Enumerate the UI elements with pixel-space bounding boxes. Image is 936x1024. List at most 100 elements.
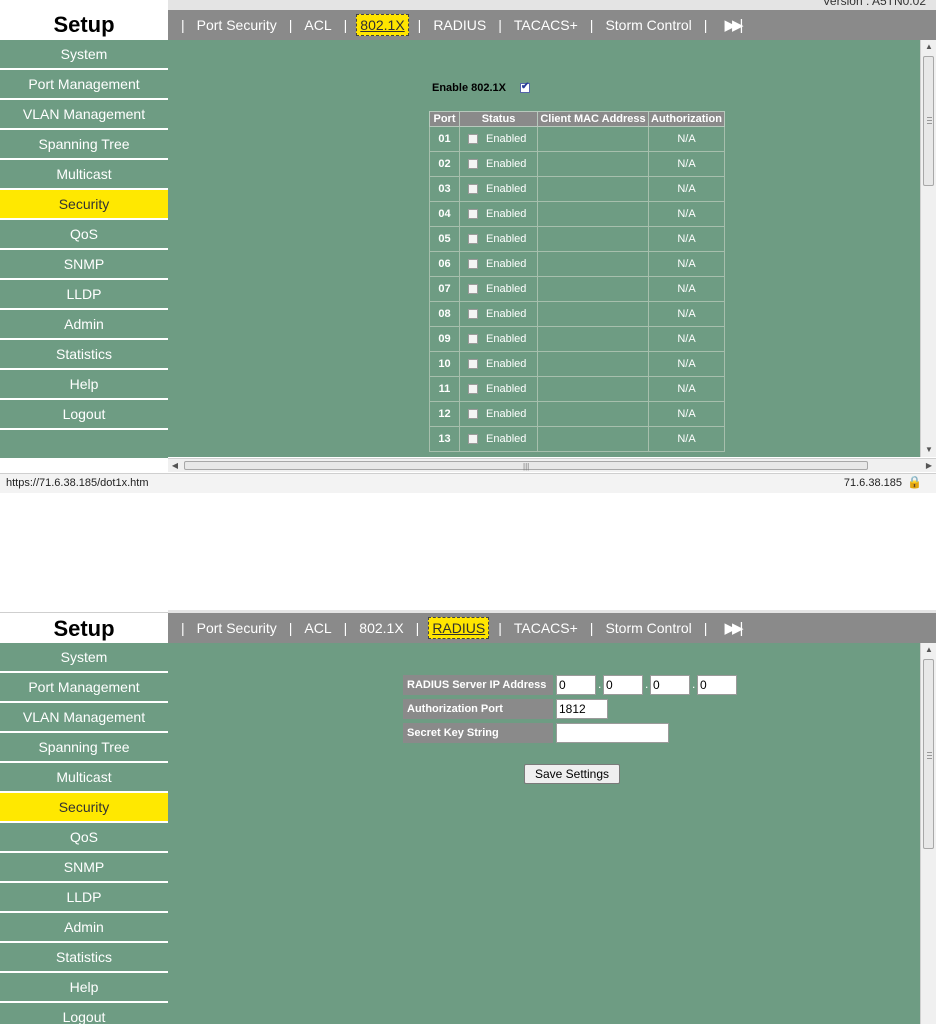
tab-acl[interactable]: ACL bbox=[301, 618, 334, 638]
status-cell: Enabled bbox=[459, 151, 538, 177]
sidebar-item-statistics[interactable]: Statistics bbox=[0, 340, 168, 368]
tab-port-security[interactable]: Port Security bbox=[194, 618, 280, 638]
tab-separator: | bbox=[415, 620, 420, 636]
tab-separator: | bbox=[288, 620, 293, 636]
tab-tacacs[interactable]: TACACS+ bbox=[511, 15, 581, 35]
secret-key-input[interactable] bbox=[556, 723, 669, 743]
port-enable-checkbox[interactable] bbox=[468, 284, 478, 295]
tab-storm-control[interactable]: Storm Control bbox=[602, 618, 694, 638]
sidebar-item-lldp[interactable]: LLDP bbox=[0, 883, 168, 911]
sidebar-item-snmp[interactable]: SNMP bbox=[0, 250, 168, 278]
sidebar-item-qos[interactable]: QoS bbox=[0, 823, 168, 851]
status-label: Enabled bbox=[486, 433, 527, 445]
port-enable-checkbox[interactable] bbox=[468, 209, 478, 220]
fast-forward-icon[interactable]: ▶▶| bbox=[724, 619, 743, 637]
vertical-scrollbar[interactable]: ▲ bbox=[920, 643, 936, 1024]
sidebar-item-logout[interactable]: Logout bbox=[0, 400, 168, 428]
status-cell: Enabled bbox=[459, 226, 538, 252]
sidebar-item-admin[interactable]: Admin bbox=[0, 913, 168, 941]
scroll-up-icon[interactable]: ▲ bbox=[921, 40, 936, 54]
tab-separator: | bbox=[703, 17, 708, 33]
table-row: 04 Enabled N/A bbox=[429, 201, 725, 227]
table-row: 11 Enabled N/A bbox=[429, 376, 725, 402]
sidebar-item-port-management[interactable]: Port Management bbox=[0, 673, 168, 701]
ip-octet-4-input[interactable]: 0 bbox=[697, 675, 737, 695]
port-enable-checkbox[interactable] bbox=[468, 309, 478, 320]
auth-port-label: Authorization Port bbox=[403, 699, 553, 719]
enable-8021x-checkbox[interactable] bbox=[520, 81, 530, 93]
port-enable-checkbox[interactable] bbox=[468, 134, 478, 145]
ip-octet-3-input[interactable]: 0 bbox=[650, 675, 690, 695]
port-enable-checkbox[interactable] bbox=[468, 159, 478, 170]
lock-icon: 🔒 bbox=[907, 475, 922, 489]
sidebar-item-snmp[interactable]: SNMP bbox=[0, 853, 168, 881]
save-settings-button[interactable]: Save Settings bbox=[524, 764, 620, 784]
sidebar-item-system[interactable]: System bbox=[0, 40, 168, 68]
sidebar-item-qos[interactable]: QoS bbox=[0, 220, 168, 248]
scroll-down-icon[interactable]: ▼ bbox=[921, 443, 936, 457]
tab-separator: | bbox=[589, 17, 594, 33]
table-row: 09 Enabled N/A bbox=[429, 326, 725, 352]
sidebar-item-multicast[interactable]: Multicast bbox=[0, 763, 168, 791]
tab-storm-control[interactable]: Storm Control bbox=[602, 15, 694, 35]
scroll-left-icon[interactable]: ◀ bbox=[168, 459, 182, 473]
sidebar: System Port Management VLAN Management Span… bbox=[0, 40, 168, 458]
status-cell: Enabled bbox=[459, 201, 538, 227]
vertical-scrollbar[interactable]: ▲ ▼ bbox=[920, 40, 936, 457]
column-header: Status bbox=[459, 111, 538, 127]
ip-octet-2-input[interactable]: 0 bbox=[603, 675, 643, 695]
tab-tacacs[interactable]: TACACS+ bbox=[511, 618, 581, 638]
tab-802-1x[interactable]: 802.1X bbox=[356, 618, 406, 638]
sidebar-item-port-management[interactable]: Port Management bbox=[0, 70, 168, 98]
auth-port-input[interactable]: 1812 bbox=[556, 699, 608, 719]
sidebar-item-vlan-management[interactable]: VLAN Management bbox=[0, 703, 168, 731]
sidebar-item-spanning-tree[interactable]: Spanning Tree bbox=[0, 130, 168, 158]
port-cell: 06 bbox=[429, 251, 460, 277]
fast-forward-icon[interactable]: ▶▶| bbox=[724, 16, 743, 34]
horizontal-scrollbar[interactable]: ◀ ||| ▶ bbox=[168, 458, 936, 472]
scroll-right-icon[interactable]: ▶ bbox=[922, 459, 936, 473]
tab-separator: | bbox=[589, 620, 594, 636]
sidebar-item-help[interactable]: Help bbox=[0, 370, 168, 398]
sidebar-item-security[interactable]: Security bbox=[0, 793, 168, 821]
port-cell: 03 bbox=[429, 176, 460, 202]
sidebar-item-vlan-management[interactable]: VLAN Management bbox=[0, 100, 168, 128]
sidebar-item-admin[interactable]: Admin bbox=[0, 310, 168, 338]
port-cell: 05 bbox=[429, 226, 460, 252]
status-cell: Enabled bbox=[459, 251, 538, 277]
sidebar-item-multicast[interactable]: Multicast bbox=[0, 160, 168, 188]
scroll-thumb[interactable] bbox=[923, 659, 934, 849]
secret-key-label: Secret Key String bbox=[403, 723, 553, 743]
tab-acl[interactable]: ACL bbox=[301, 15, 334, 35]
sidebar-item-help[interactable]: Help bbox=[0, 973, 168, 1001]
scroll-thumb[interactable] bbox=[923, 56, 934, 186]
mac-cell bbox=[537, 251, 649, 277]
port-enable-checkbox[interactable] bbox=[468, 359, 478, 370]
port-enable-checkbox[interactable] bbox=[468, 434, 478, 445]
tab-radius[interactable]: RADIUS bbox=[428, 617, 490, 639]
sidebar-item-statistics[interactable]: Statistics bbox=[0, 943, 168, 971]
port-enable-checkbox[interactable] bbox=[468, 259, 478, 270]
table-row: 01 Enabled N/A bbox=[429, 126, 725, 152]
port-enable-checkbox[interactable] bbox=[468, 184, 478, 195]
sidebar-item-spanning-tree[interactable]: Spanning Tree bbox=[0, 733, 168, 761]
scroll-up-icon[interactable]: ▲ bbox=[921, 643, 936, 657]
tab-separator: | bbox=[498, 17, 502, 33]
tab-radius[interactable]: RADIUS bbox=[430, 15, 489, 35]
status-cell: Enabled bbox=[459, 351, 538, 377]
hscroll-thumb[interactable]: ||| bbox=[184, 461, 868, 471]
ip-octet-1-input[interactable]: 0 bbox=[556, 675, 596, 695]
port-enable-checkbox[interactable] bbox=[468, 409, 478, 420]
tab-separator: | bbox=[417, 17, 422, 33]
status-label: Enabled bbox=[486, 408, 527, 420]
port-enable-checkbox[interactable] bbox=[468, 334, 478, 345]
port-enable-checkbox[interactable] bbox=[468, 234, 478, 245]
sidebar-item-security[interactable]: Security bbox=[0, 190, 168, 218]
sidebar-item-system[interactable]: System bbox=[0, 643, 168, 671]
tab-port-security[interactable]: Port Security bbox=[194, 15, 280, 35]
status-ip: 71.6.38.185 bbox=[843, 477, 902, 489]
port-enable-checkbox[interactable] bbox=[468, 384, 478, 395]
sidebar-item-logout[interactable]: Logout bbox=[0, 1003, 168, 1024]
sidebar-item-lldp[interactable]: LLDP bbox=[0, 280, 168, 308]
tab-802-1x[interactable]: 802.1X bbox=[356, 14, 409, 36]
